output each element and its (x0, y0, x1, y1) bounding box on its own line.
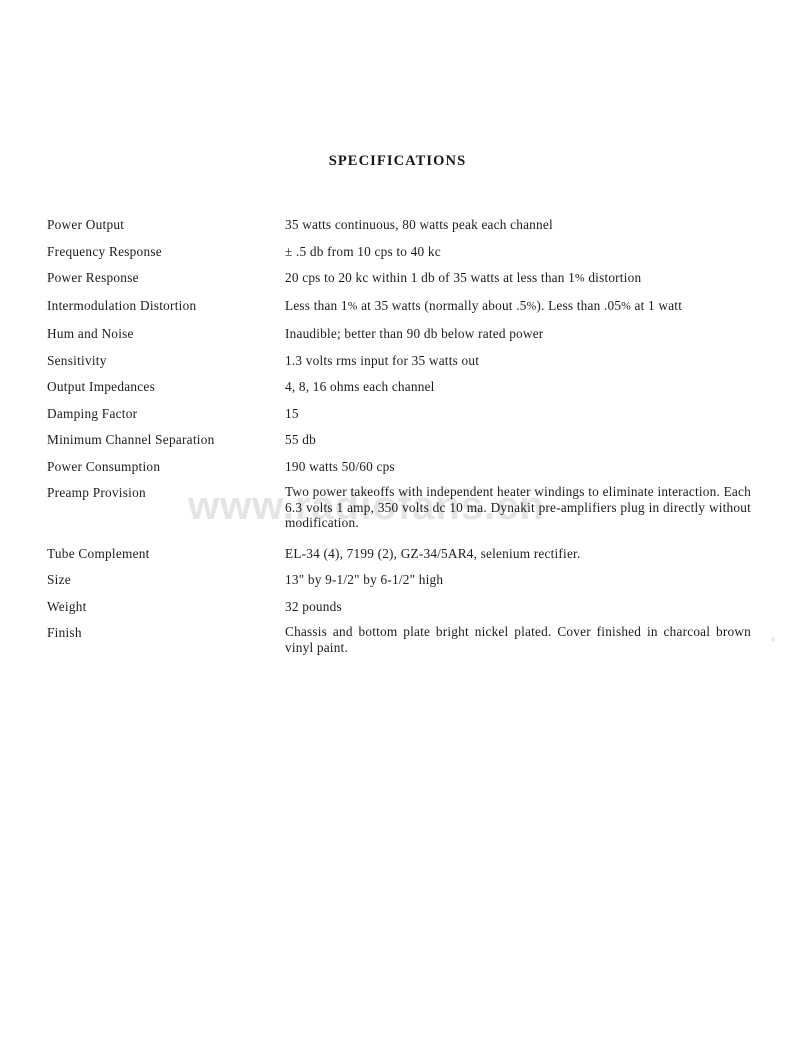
spec-value: 55 db (285, 432, 316, 447)
percent-symbol: % (526, 300, 537, 313)
spec-value: 15 (285, 405, 299, 421)
spec-label: Frequency Response (47, 243, 162, 259)
spec-row: Tube Complement EL-34 (4), 7199 (2), GZ-3… (0, 545, 800, 562)
spec-value: Two power takeoffs with independent heat… (285, 484, 751, 530)
spec-value: 4, 8, 16 ohms each channel (285, 379, 435, 394)
spec-value: 190 watts 50/60 cps (285, 458, 395, 474)
spec-value: 32 pounds (285, 598, 342, 614)
spec-value: ± .5 db from 10 cps to 40 kc (285, 243, 441, 259)
spec-label: Size (47, 572, 71, 587)
spec-row: Output Impedances 4, 8, 16 ohms each chan… (0, 378, 800, 395)
spec-row: Sensitivity 1.3 volts rms input for 35 wa… (0, 352, 800, 369)
percent-symbol: % (347, 300, 358, 313)
spec-row: Intermodulation Distortion Less than 1% a… (0, 297, 800, 316)
spec-label: Minimum Channel Separation (47, 432, 215, 447)
spec-label: Power Output (47, 217, 125, 232)
spec-row: Damping Factor 15 (0, 405, 800, 422)
spec-value: Inaudible; better than 90 db below rated… (285, 326, 544, 341)
spec-row: Finish Chassis and bottom plate bright ni… (0, 624, 800, 655)
spec-value: 13" by 9-1/2" by 6-1/2" high (285, 572, 444, 587)
spec-value: 35 watts continuous, 80 watts peak each … (285, 217, 553, 232)
spec-value: Less than 1% at 35 watts (normally about… (285, 298, 683, 313)
spec-label: Damping Factor (47, 405, 138, 421)
spec-label: Finish (47, 625, 82, 640)
percent-symbol: % (575, 272, 585, 285)
spec-row: Frequency Response ± .5 db from 10 cps to… (0, 243, 800, 260)
page-title: SPECIFICATIONS (328, 153, 467, 169)
spec-label: Preamp Provision (47, 485, 146, 500)
spec-row: Power Consumption 190 watts 50/60 cps (0, 458, 800, 475)
spec-label: Tube Complement (47, 545, 150, 561)
spec-label: Intermodulation Distortion (47, 298, 197, 313)
document-page: www.radiofans.cn SPECIFICATIONS Power Ou… (0, 0, 800, 1044)
spec-row: Preamp Provision Two power takeoffs with … (0, 484, 800, 531)
spec-value: 1.3 volts rms input for 35 watts out (285, 352, 480, 368)
spec-row: Hum and Noise Inaudible; better than 90 d… (0, 325, 800, 342)
spec-value: 20 cps to 20 kc within 1 db of 35 watts … (285, 270, 642, 285)
spec-row: Minimum Channel Separation 55 db (0, 431, 800, 448)
spec-label: Weight (47, 598, 87, 614)
spec-label: Power Consumption (47, 458, 161, 474)
spec-label: Power Response (47, 270, 139, 285)
spec-label: Sensitivity (47, 352, 107, 368)
specifications-table: Power Output 35 watts continuous, 80 watt… (0, 216, 800, 669)
spec-label: Output Impedances (47, 379, 156, 394)
spec-label: Hum and Noise (47, 326, 134, 341)
spec-row: Power Response 20 cps to 20 kc within 1 d… (0, 269, 800, 288)
percent-symbol: % (621, 300, 631, 313)
spec-value: EL-34 (4), 7199 (2), GZ-34/5AR4, seleniu… (285, 545, 581, 561)
spec-row: Power Output 35 watts continuous, 80 watt… (0, 216, 800, 233)
spec-row: Size 13" by 9-1/2" by 6-1/2" high (0, 571, 800, 588)
spec-value: Chassis and bottom plate bright nickel p… (285, 624, 751, 655)
spec-row: Weight 32 pounds (0, 598, 800, 615)
